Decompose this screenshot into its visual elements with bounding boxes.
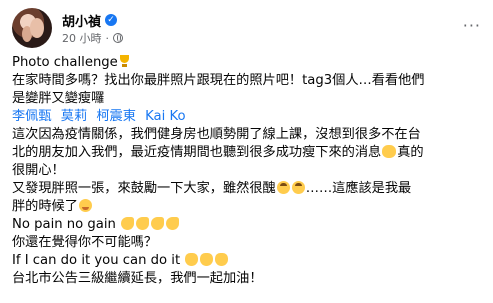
meta-separator: ·	[105, 31, 110, 45]
content-line: No pain no gain	[12, 216, 484, 234]
content-text: 真的	[397, 145, 424, 160]
clapping-hands-icon	[200, 253, 214, 266]
more-icon[interactable]: ···	[463, 16, 481, 35]
content-text: 又發現胖照一張，來鼓勵一下大家，雖然很醜	[12, 181, 276, 196]
content-line: Photo challenge	[12, 54, 484, 72]
content-text: If I can do it you can do it	[12, 253, 181, 268]
raising-hands-icon	[382, 145, 397, 158]
challenge-title: Photo challenge	[12, 55, 118, 70]
content-line: 是變胖又變瘦囉	[12, 91, 105, 106]
post-time[interactable]: 20 小時	[62, 30, 102, 46]
flexed-biceps-icon	[121, 217, 135, 230]
verified-badge-icon: ✓	[105, 14, 118, 26]
content-line: 很開心！	[12, 163, 65, 178]
globe-icon[interactable]	[113, 33, 123, 43]
post-content: Photo challenge 在家時間多嗎？找出你最胖照片跟現在的照片吧！ta…	[12, 54, 484, 288]
flexed-biceps-icon	[166, 217, 180, 230]
content-line: 在家時間多嗎？找出你最胖照片跟現在的照片吧！tag3個人…看看他們	[12, 73, 425, 88]
flexed-biceps-icon	[151, 217, 165, 230]
trophy-icon	[119, 55, 130, 68]
tag-link[interactable]: 柯震東	[96, 109, 136, 124]
upside-down-face-icon	[276, 181, 290, 194]
author-name[interactable]: 胡小禎	[62, 11, 101, 30]
flexed-biceps-icon	[136, 217, 150, 230]
content-line: 北的朋友加入我們，最近疫情期間也聽到很多成功瘦下來的消息 真的	[12, 144, 484, 162]
content-text: ……這應該是我最	[305, 181, 412, 196]
tag-line: 李佩甄 莫莉 柯震東 Kai Ko	[12, 108, 484, 126]
upside-down-face-icon	[291, 181, 305, 194]
avatar[interactable]	[12, 8, 52, 48]
tag-link[interactable]: 莫莉	[61, 109, 87, 124]
content-line: If I can do it you can do it	[12, 252, 484, 270]
content-text: 北的朋友加入我們，最近疫情期間也聽到很多成功瘦下來的消息	[12, 145, 382, 160]
content-line: 這次因為疫情關係，我們健身房也順勢開了線上課，沒想到很多不在台	[12, 127, 421, 142]
content-text: 胖的時候了	[12, 199, 78, 214]
post-header: 胡小禎 ✓ 20 小時 · ···	[12, 8, 483, 50]
author-row: 胡小禎 ✓	[62, 11, 118, 30]
content-line: 你還在覺得你不可能嗎？	[12, 235, 158, 250]
content-line: 台北市公告三級繼續延長，我們一起加油！	[12, 271, 263, 286]
clapping-hands-icon	[185, 253, 199, 266]
clapping-hands-icon	[215, 253, 229, 266]
content-line: 胖的時候了	[12, 198, 484, 216]
tag-link[interactable]: Kai Ko	[145, 109, 185, 124]
smiling-face-icon	[78, 199, 92, 212]
post-meta: 20 小時 ·	[62, 31, 123, 45]
content-line: 又發現胖照一張，來鼓勵一下大家，雖然很醜 ……這應該是我最	[12, 180, 484, 198]
tag-link[interactable]: 李佩甄	[12, 109, 52, 124]
content-text: No pain no gain	[12, 217, 116, 232]
